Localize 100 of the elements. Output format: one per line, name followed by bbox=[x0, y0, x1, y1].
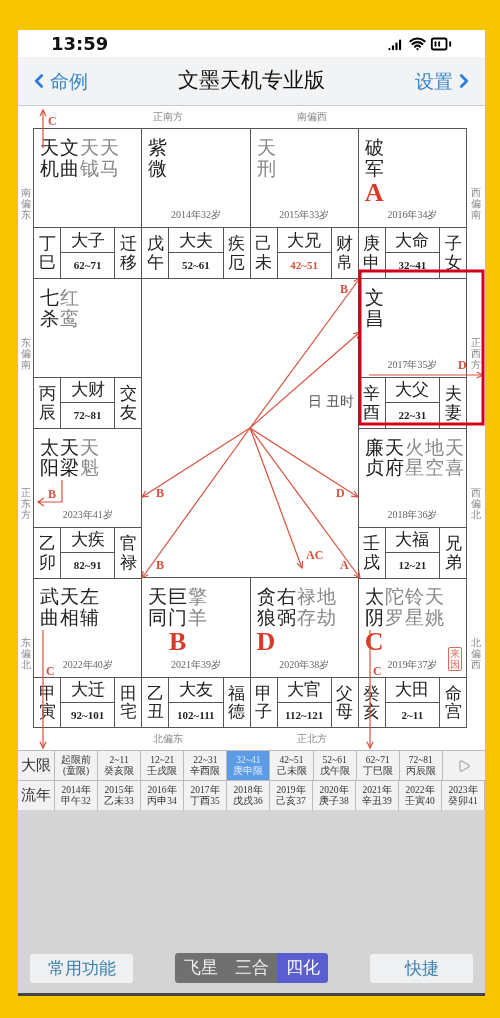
age-range: 72~81 bbox=[72, 408, 103, 424]
star-name: 天相 bbox=[60, 586, 79, 629]
year-age: 2017年35岁 bbox=[387, 359, 438, 372]
settings-button[interactable]: 设置 bbox=[415, 66, 475, 96]
age-range: 82~91 bbox=[72, 557, 103, 573]
age-range: 92~101 bbox=[70, 707, 106, 723]
stem-branch: 戊午 bbox=[146, 234, 164, 272]
star-name: 七杀 bbox=[40, 286, 59, 329]
period-cell[interactable]: 52~61 戊午限 bbox=[313, 751, 357, 780]
arrow-label: B bbox=[156, 485, 164, 502]
stem-branch: 丁巳 bbox=[38, 234, 56, 272]
arrow-label: C bbox=[373, 663, 382, 680]
star-name: 左辅 bbox=[80, 586, 99, 629]
year-age: 2020年38岁 bbox=[279, 658, 330, 671]
arrow-label: D bbox=[458, 357, 467, 374]
period-cell[interactable]: 12~21 壬戌限 bbox=[141, 751, 185, 780]
age-range: 52~61 bbox=[181, 258, 211, 274]
star-name: 太阴 bbox=[364, 586, 384, 629]
star-name: 火星 bbox=[404, 436, 424, 479]
star-name: 太阳 bbox=[40, 436, 59, 479]
palace-name: 福德 bbox=[228, 683, 245, 722]
arrow-label: B bbox=[340, 281, 348, 298]
direction-label: 西偏北 bbox=[471, 486, 481, 520]
decade-palace: 大父 bbox=[385, 378, 439, 404]
arrow-label: C bbox=[46, 663, 55, 680]
palace-name: 兄弟 bbox=[444, 534, 462, 572]
decade-palace: 大命 bbox=[385, 228, 439, 254]
period-cell[interactable]: 2~11 癸亥限 bbox=[98, 751, 142, 780]
mutagen-letter: B bbox=[169, 628, 187, 657]
period-cell[interactable]: 2023年 癸卯41 bbox=[442, 781, 485, 810]
year-age: 2018年36岁 bbox=[387, 508, 438, 521]
decade-palace: 大子 bbox=[61, 228, 115, 254]
common-functions-button[interactable]: 常用功能 bbox=[30, 954, 133, 983]
status-time: 13:59 bbox=[51, 32, 109, 56]
direction-label: 东偏北 bbox=[20, 636, 31, 670]
star-name: 陀罗 bbox=[384, 586, 404, 629]
star-name: 天钺 bbox=[80, 137, 99, 179]
age-range: 32~41 bbox=[397, 258, 428, 274]
star-name: 地空 bbox=[424, 436, 444, 479]
direction-label: 西偏南 bbox=[471, 186, 481, 220]
star-name: 铃星 bbox=[404, 586, 424, 629]
period-cell[interactable]: 72~81 丙辰限 bbox=[399, 751, 443, 780]
direction-label: 北偏东 bbox=[153, 732, 183, 746]
direction-label: 南偏西 bbox=[297, 110, 327, 124]
year-age: 2021年39岁 bbox=[170, 658, 221, 671]
star-name: 右弼 bbox=[276, 586, 296, 629]
star-name: 文昌 bbox=[364, 286, 384, 329]
period-cell[interactable]: 2020年 庚子38 bbox=[313, 781, 356, 810]
period-cell[interactable]: 2021年 辛丑39 bbox=[356, 781, 399, 810]
period-cell[interactable]: 起限前 (童限) bbox=[55, 751, 99, 780]
back-button[interactable]: 命例 bbox=[28, 66, 88, 96]
star-name: 天机 bbox=[40, 137, 59, 179]
palace-name: 财帛 bbox=[336, 234, 354, 272]
age-range: 2~11 bbox=[400, 707, 425, 723]
star-name: 天同 bbox=[148, 586, 168, 629]
age-range: 102~111 bbox=[176, 707, 216, 723]
period-cell[interactable]: 2022年 壬寅40 bbox=[399, 781, 442, 810]
mutagen-letter: D bbox=[256, 628, 276, 657]
decade-palace: 大友 bbox=[169, 677, 223, 703]
star-name: 天马 bbox=[100, 137, 119, 179]
direction-label: 正南方 bbox=[153, 110, 183, 124]
stem-branch: 己未 bbox=[255, 234, 272, 272]
stem-branch: 壬戌 bbox=[363, 534, 381, 572]
stamp: 来因 bbox=[448, 646, 462, 671]
period-cell[interactable]: 2014年 甲午32 bbox=[55, 781, 98, 810]
direction-label: 东偏南 bbox=[20, 336, 31, 370]
decade-palace: 大疾 bbox=[61, 527, 115, 553]
direction-label: 北偏西 bbox=[471, 636, 481, 670]
period-cell[interactable]: 2017年 丁酉35 bbox=[184, 781, 227, 810]
decade-palace: 大迁 bbox=[61, 677, 115, 703]
period-cell[interactable]: 2019年 己亥37 bbox=[270, 781, 313, 810]
year-age: 2023年41岁 bbox=[62, 508, 113, 521]
period-cell[interactable]: 2018年 戊戌36 bbox=[227, 781, 270, 810]
star-name: 廉贞 bbox=[364, 436, 384, 479]
year-age: 2022年40岁 bbox=[62, 658, 113, 671]
stem-branch: 甲寅 bbox=[38, 683, 56, 722]
arrow-label: C bbox=[48, 113, 57, 130]
age-range: 42~51 bbox=[289, 258, 319, 274]
wifi-icon bbox=[409, 35, 426, 52]
star-name: 禄存 bbox=[296, 586, 316, 629]
palace-name: 疾厄 bbox=[228, 234, 245, 272]
next-button[interactable] bbox=[442, 751, 485, 780]
period-cell[interactable]: 62~71 丁巳限 bbox=[356, 751, 400, 780]
period-cell[interactable]: 42~51 己未限 bbox=[270, 751, 314, 780]
period-cell[interactable]: 2016年 丙申34 bbox=[141, 781, 184, 810]
play-triangle-icon bbox=[456, 758, 471, 773]
star-name: 巨门 bbox=[168, 586, 188, 629]
star-name: 贪狼 bbox=[256, 586, 276, 629]
palace-name: 官禄 bbox=[119, 534, 137, 572]
palace-name: 迁移 bbox=[119, 234, 137, 272]
age-range: 62~71 bbox=[72, 258, 103, 274]
quick-chart-button[interactable]: 快捷 bbox=[370, 954, 473, 983]
year-age: 2019年37岁 bbox=[387, 658, 438, 671]
period-cell[interactable]: 2015年 乙未33 bbox=[98, 781, 141, 810]
arrow-label: A bbox=[340, 557, 349, 574]
decade-palace: 大兄 bbox=[277, 228, 331, 254]
edge-arrow bbox=[36, 479, 63, 507]
star-name: 天姚 bbox=[424, 586, 444, 629]
period-cell[interactable]: 22~31 辛酉限 bbox=[184, 751, 228, 780]
mode-tab[interactable]: 四化 bbox=[277, 953, 328, 983]
